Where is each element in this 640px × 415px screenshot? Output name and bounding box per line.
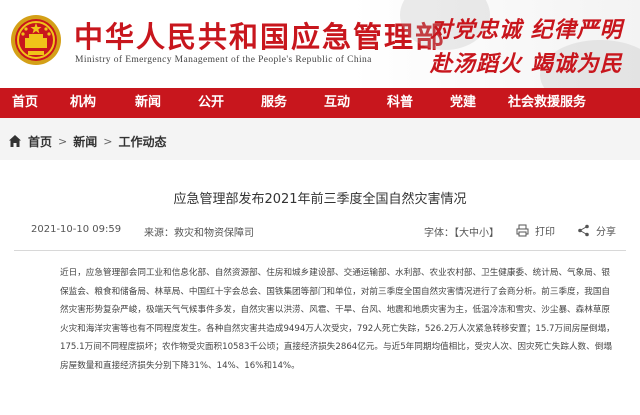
article-body: 近日，应急管理部会同工业和信息化部、自然资源部、住房和城乡建设部、交通运输部、水… [60,264,616,376]
divider [14,250,626,251]
nav-item-interaction[interactable]: 互动 [306,88,368,118]
article-meta: 2021-10-10 09:59 来源：救灾和物资保障司 字体：【大中小】 打印… [0,224,640,242]
slogan-banner: 对党忠诚 纪律严明 赴汤蹈火 竭诚为民 [400,0,640,88]
share-label: 分享 [596,227,616,238]
breadcrumb-home[interactable]: 首页 [28,133,52,150]
slogan-line-2: 赴汤蹈火 竭诚为民 [430,51,623,77]
nav-item-services[interactable]: 服务 [242,88,306,118]
breadcrumb: 首页 > 新闻 > 工作动态 [0,126,640,156]
print-label: 打印 [535,227,555,238]
article-source: 来源：救灾和物资保障司 [144,228,254,239]
main-nav: 首页 机构 新闻 公开 服务 互动 科普 党建 社会救援服务 [0,88,640,118]
breadcrumb-separator: > [58,134,68,148]
article-title: 应急管理部发布2021年前三季度全国自然灾害情况 [173,192,467,207]
nav-item-party[interactable]: 党建 [432,88,494,118]
nav-item-science[interactable]: 科普 [368,88,432,118]
site-header: 中华人民共和国应急管理部 Ministry of Emergency Manag… [0,0,640,88]
printer-icon [516,224,529,237]
share-button[interactable]: 分享 [577,223,616,238]
print-button[interactable]: 打印 [516,223,555,238]
article-date: 2021-10-10 09:59 [31,224,122,235]
article-container: 应急管理部发布2021年前三季度全国自然灾害情况 2021-10-10 09:5… [0,160,640,415]
breadcrumb-work-updates[interactable]: 工作动态 [118,133,166,150]
home-icon[interactable] [8,134,22,148]
nav-item-news[interactable]: 新闻 [116,88,180,118]
article-paragraph: 近日，应急管理部会同工业和信息化部、自然资源部、住房和城乡建设部、交通运输部、水… [60,268,615,371]
font-size-selector[interactable]: 字体：【大中小】 [424,224,499,239]
nav-item-home[interactable]: 首页 [0,88,50,118]
site-title[interactable]: 中华人民共和国应急管理部 [74,14,446,56]
breadcrumb-separator: > [103,134,113,148]
nav-item-organization[interactable]: 机构 [50,88,116,118]
share-icon [578,224,589,237]
nav-item-rescue-services[interactable]: 社会救援服务 [494,88,600,118]
breadcrumb-news[interactable]: 新闻 [73,133,97,150]
national-emblem-icon[interactable] [10,14,62,66]
nav-item-public[interactable]: 公开 [180,88,242,118]
site-title-english: Ministry of Emergency Management of the … [75,55,372,65]
slogan-line-1: 对党忠诚 纪律严明 [430,17,623,43]
